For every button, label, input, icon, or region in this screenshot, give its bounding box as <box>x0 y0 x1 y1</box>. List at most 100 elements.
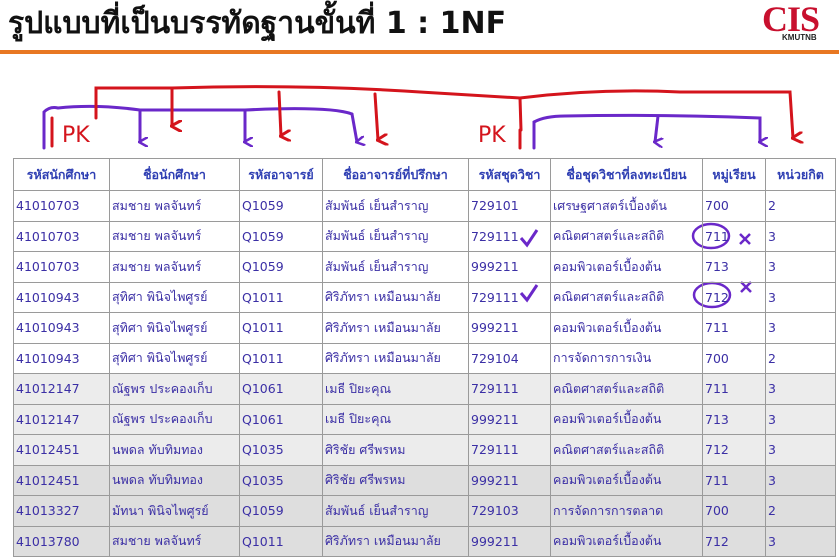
table-row: 41013327 มัทนา พินิจไพศูรย์ Q1059 สัมพันธ์ … <box>13 495 836 527</box>
header-course-id: รหัสชุดวิชา <box>468 158 551 191</box>
cell-student-name: สมชาย พลจันทร์ <box>109 251 240 283</box>
table-row: 41010943 สุทิศา พินิจไพศูรย์ Q1011 ศิริภัทร… <box>13 342 836 374</box>
cell-course-id: 729111 <box>468 434 551 466</box>
cell-advisor-name: เมธี ปิยะคุณ <box>322 403 469 435</box>
purple-dependency-arrows-left <box>42 104 357 150</box>
cell-course-name: คอมพิวเตอร์เบื้องต้น <box>550 251 703 283</box>
cell-section: 712 <box>702 525 766 557</box>
cell-advisor-name: สัมพันธ์ เย็นสำราญ <box>322 220 469 252</box>
cell-student-id: 41013780 <box>13 525 110 557</box>
cell-section: 712 <box>702 434 766 466</box>
cell-course-id: 729104 <box>468 342 551 374</box>
cell-course-id: 729103 <box>468 495 551 527</box>
cell-student-name: ณัฐพร ประคองเก็บ <box>109 373 240 405</box>
cell-student-id: 41012147 <box>13 403 110 435</box>
cell-course-id: 729111 <box>468 281 551 313</box>
cell-section: 711 <box>702 312 766 344</box>
cell-credit: 3 <box>765 281 836 313</box>
table-row: 41012147 ณัฐพร ประคองเก็บ Q1061 เมธี ปิยะคุ… <box>13 403 836 435</box>
cell-student-id: 41010943 <box>13 281 110 313</box>
header-credit: หน่วยกิต <box>765 158 836 191</box>
cell-course-id: 999211 <box>468 312 551 344</box>
header-student-name: ชื่อนักศึกษา <box>109 158 240 191</box>
table-row: 41010943 สุทิศา พินิจไพศูรย์ Q1011 ศิริภัทร… <box>13 312 836 344</box>
header-advisor-id: รหัสอาจารย์ <box>239 158 323 191</box>
cell-course-name: คณิตศาสตร์และสถิติ <box>550 281 703 313</box>
registration-table: รหัสนักศึกษา ชื่อนักศึกษา รหัสอาจารย์ ชื่ออ… <box>13 158 836 557</box>
purple-dependency-arrows-right <box>532 113 760 150</box>
cell-section: 711 <box>702 373 766 405</box>
cell-course-name: คณิตศาสตร์และสถิติ <box>550 434 703 466</box>
cell-advisor-id: Q1011 <box>239 525 323 557</box>
cell-course-name: คณิตศาสตร์และสถิติ <box>550 373 703 405</box>
cell-advisor-id: Q1011 <box>239 281 323 313</box>
cell-student-name: มัทนา พินิจไพศูรย์ <box>109 495 240 527</box>
cell-course-id: 999211 <box>468 525 551 557</box>
cell-advisor-id: Q1059 <box>239 220 323 252</box>
cell-section: 700 <box>702 495 766 527</box>
cell-course-id: 729111 <box>468 220 551 252</box>
cell-course-id: 999211 <box>468 251 551 283</box>
cell-credit: 2 <box>765 495 836 527</box>
cell-course-name: คณิตศาสตร์และสถิติ <box>550 220 703 252</box>
cell-student-name: ณัฐพร ประคองเก็บ <box>109 403 240 435</box>
cell-section: 713 <box>702 403 766 435</box>
cell-student-name: สมชาย พลจันทร์ <box>109 190 240 222</box>
cell-student-id: 41010943 <box>13 342 110 374</box>
cell-course-id: 999211 <box>468 403 551 435</box>
cell-section: 711 <box>702 220 766 252</box>
cell-course-name: คอมพิวเตอร์เบื้องต้น <box>550 525 703 557</box>
header-section: หมู่เรียน <box>702 158 766 191</box>
cell-credit: 3 <box>765 434 836 466</box>
cell-course-id: 999211 <box>468 464 551 496</box>
cell-credit: 3 <box>765 403 836 435</box>
header-course-name: ชื่อชุดวิชาที่ลงทะเบียน <box>550 158 703 191</box>
cell-student-id: 41012147 <box>13 373 110 405</box>
cell-student-id: 41012451 <box>13 434 110 466</box>
table-row: 41012147 ณัฐพร ประคองเก็บ Q1061 เมธี ปิยะคุ… <box>13 373 836 405</box>
cell-section: 700 <box>702 342 766 374</box>
cell-advisor-name: ศิริชัย ศรีพรหม <box>322 464 469 496</box>
cell-advisor-name: ศิริภัทรา เหมือนมาลัย <box>322 281 469 313</box>
table-row: 41012451 นพดล ทับทิมทอง Q1035 ศิริชัย ศรีพร… <box>13 434 836 466</box>
cell-advisor-name: ศิริภัทรา เหมือนมาลัย <box>322 525 469 557</box>
table-header-row: รหัสนักศึกษา ชื่อนักศึกษา รหัสอาจารย์ ชื่ออ… <box>13 158 836 191</box>
cell-student-id: 41010703 <box>13 190 110 222</box>
cell-student-id: 41010943 <box>13 312 110 344</box>
cell-student-id: 41010703 <box>13 220 110 252</box>
cell-advisor-name: เมธี ปิยะคุณ <box>322 373 469 405</box>
table-row: 41013780 สมชาย พลจันทร์ Q1011 ศิริภัทรา เหม… <box>13 525 836 557</box>
cell-student-name: สุทิศา พินิจไพศูรย์ <box>109 281 240 313</box>
cell-advisor-id: Q1059 <box>239 190 323 222</box>
pk-label-right: PK <box>478 123 506 148</box>
cell-advisor-name: สัมพันธ์ เย็นสำราญ <box>322 495 469 527</box>
header-student-id: รหัสนักศึกษา <box>13 158 110 191</box>
cell-section: 712 <box>702 281 766 313</box>
pk-label-left: PK <box>62 123 90 148</box>
cell-section: 711 <box>702 464 766 496</box>
cell-student-id: 41010703 <box>13 251 110 283</box>
cell-advisor-id: Q1035 <box>239 434 323 466</box>
cell-section: 713 <box>702 251 766 283</box>
table-row: 41010703 สมชาย พลจันทร์ Q1059 สัมพันธ์ เย็น… <box>13 251 836 283</box>
cell-advisor-name: ศิริภัทรา เหมือนมาลัย <box>322 342 469 374</box>
cell-advisor-name: สัมพันธ์ เย็นสำราญ <box>322 251 469 283</box>
cell-course-name: คอมพิวเตอร์เบื้องต้น <box>550 464 703 496</box>
table-row: 41012451 นพดล ทับทิมทอง Q1035 ศิริชัย ศรีพร… <box>13 464 836 496</box>
cell-credit: 3 <box>765 251 836 283</box>
cell-advisor-name: ศิริภัทรา เหมือนมาลัย <box>322 312 469 344</box>
cell-student-name: สมชาย พลจันทร์ <box>109 220 240 252</box>
cell-advisor-id: Q1059 <box>239 495 323 527</box>
cell-course-name: คอมพิวเตอร์เบื้องต้น <box>550 312 703 344</box>
cell-advisor-id: Q1059 <box>239 251 323 283</box>
cell-student-name: สมชาย พลจันทร์ <box>109 525 240 557</box>
red-dependency-arrows <box>50 85 793 150</box>
cell-student-name: สุทิศา พินิจไพศูรย์ <box>109 342 240 374</box>
cell-credit: 3 <box>765 373 836 405</box>
cell-course-id: 729101 <box>468 190 551 222</box>
table-row: 41010703 สมชาย พลจันทร์ Q1059 สัมพันธ์ เย็น… <box>13 190 836 222</box>
cell-credit: 3 <box>765 464 836 496</box>
cell-course-name: คอมพิวเตอร์เบื้องต้น <box>550 403 703 435</box>
cell-student-id: 41012451 <box>13 464 110 496</box>
cell-course-id: 729111 <box>468 373 551 405</box>
